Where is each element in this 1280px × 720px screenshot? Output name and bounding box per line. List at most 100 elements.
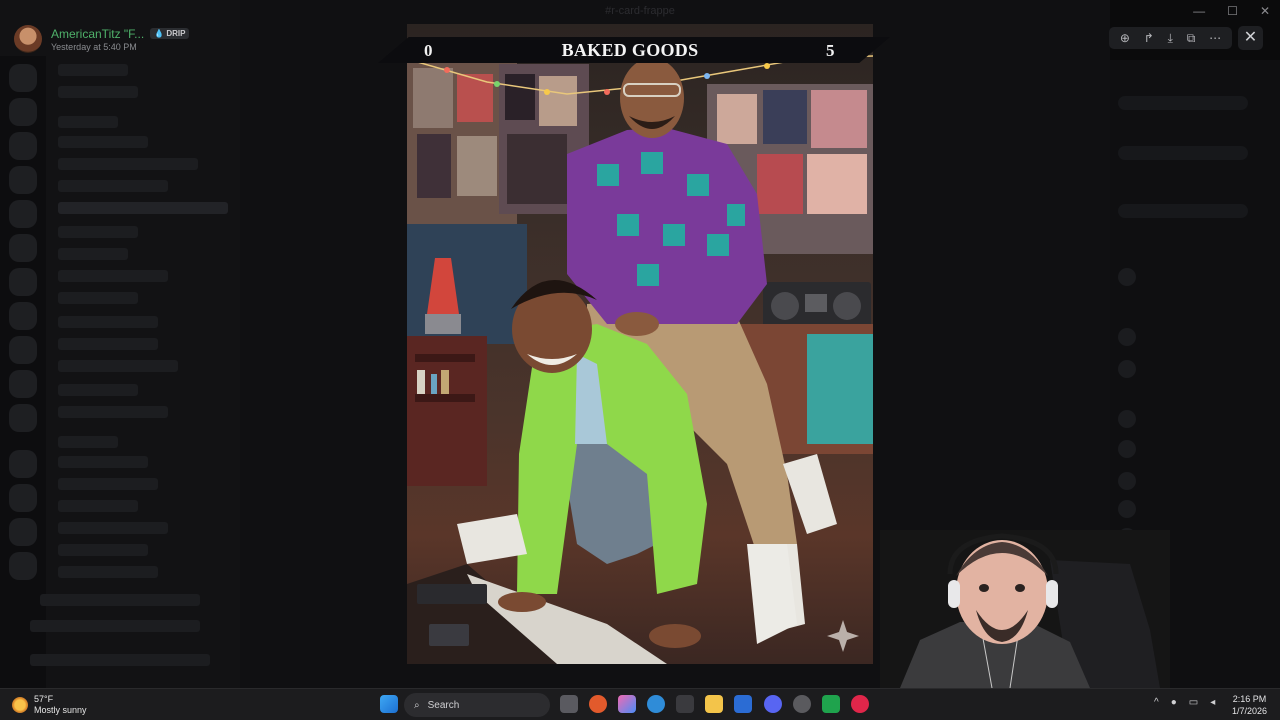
- task-view-icon[interactable]: [560, 695, 578, 713]
- server-icon[interactable]: [9, 404, 37, 432]
- member-avatar[interactable]: [1118, 360, 1136, 378]
- server-icon[interactable]: [9, 450, 37, 478]
- settings-icon[interactable]: [793, 695, 811, 713]
- network-icon[interactable]: ▭: [1189, 697, 1198, 708]
- volume-icon[interactable]: ◂: [1210, 697, 1215, 708]
- channel-item[interactable]: [58, 478, 158, 490]
- viewer-toolbar: ⊕ ↱ ⤓ ⧉ ⋯: [1109, 27, 1232, 49]
- card-illustration: [407, 52, 873, 664]
- uploader-name[interactable]: AmericanTitz "F...: [51, 27, 144, 41]
- server-icon[interactable]: [9, 234, 37, 262]
- server-icon[interactable]: [9, 518, 37, 546]
- channel-item[interactable]: [58, 226, 138, 238]
- server-icon[interactable]: [9, 552, 37, 580]
- channel-item[interactable]: [58, 248, 128, 260]
- channel-item[interactable]: [58, 64, 128, 76]
- sun-icon: [12, 697, 28, 713]
- server-icon[interactable]: [9, 370, 37, 398]
- maximize-button[interactable]: ☐: [1227, 4, 1238, 18]
- webcam-feed: [880, 530, 1170, 688]
- member-row[interactable]: [1118, 96, 1248, 110]
- mail-icon[interactable]: [734, 695, 752, 713]
- member-row[interactable]: [1118, 204, 1248, 218]
- server-icon[interactable]: [9, 336, 37, 364]
- server-icon[interactable]: [9, 484, 37, 512]
- channel-item[interactable]: [58, 566, 158, 578]
- open-external-icon[interactable]: ⧉: [1187, 32, 1196, 44]
- channel-item[interactable]: [58, 456, 148, 468]
- voice-status: [40, 594, 200, 606]
- download-icon[interactable]: ⤓: [1168, 32, 1173, 44]
- channel-item[interactable]: [58, 338, 158, 350]
- channel-item[interactable]: [58, 136, 148, 148]
- minimize-button[interactable]: —: [1193, 4, 1205, 18]
- server-icon[interactable]: [9, 302, 37, 330]
- screen: #r-card-frappe — ☐ ✕ AmericanTitz "F... …: [0, 0, 1280, 720]
- server-icon[interactable]: [9, 132, 37, 160]
- edge-icon[interactable]: [647, 695, 665, 713]
- channel-item[interactable]: [58, 544, 148, 556]
- window-close-button[interactable]: ✕: [1260, 4, 1270, 18]
- guild-tag-label: DRIP: [166, 29, 186, 38]
- copilot-icon[interactable]: [618, 695, 636, 713]
- server-icon[interactable]: [9, 166, 37, 194]
- channel-item[interactable]: [58, 384, 138, 396]
- uploader-info: AmericanTitz "F... 💧 DRIP Yesterday at 5…: [14, 25, 190, 53]
- card-title: BAKED GOODS: [561, 40, 699, 60]
- channel-item[interactable]: [58, 158, 198, 170]
- clock[interactable]: 2:16 PM 1/7/2026: [1232, 693, 1267, 717]
- channel-item-selected[interactable]: [58, 202, 228, 214]
- channel-item[interactable]: [58, 270, 168, 282]
- discord-icon[interactable]: [764, 695, 782, 713]
- firefox-icon[interactable]: [589, 695, 607, 713]
- card-image[interactable]: [407, 24, 873, 664]
- card-right-score: 5: [826, 41, 835, 60]
- voice-controls[interactable]: [30, 620, 200, 632]
- channel-category[interactable]: [58, 116, 118, 128]
- channel-category[interactable]: [58, 436, 118, 448]
- member-avatar[interactable]: [1118, 472, 1136, 490]
- server-icon[interactable]: [9, 98, 37, 126]
- member-avatar[interactable]: [1118, 410, 1136, 428]
- channel-item[interactable]: [58, 316, 158, 328]
- chevron-up-icon[interactable]: ^: [1154, 697, 1159, 708]
- channel-item[interactable]: [58, 360, 178, 372]
- weather-temp: 57°F: [34, 694, 54, 704]
- start-icon[interactable]: [380, 695, 398, 713]
- member-row[interactable]: [1118, 146, 1248, 160]
- server-icon[interactable]: [9, 64, 37, 92]
- timestamp: Yesterday at 5:40 PM: [51, 41, 137, 52]
- card-left-score: 0: [424, 41, 433, 60]
- zoom-icon[interactable]: ⊕: [1120, 32, 1130, 44]
- member-avatar[interactable]: [1118, 440, 1136, 458]
- server-icon[interactable]: [9, 268, 37, 296]
- microphone-icon[interactable]: ●: [1171, 697, 1177, 708]
- clock-time: 2:16 PM: [1232, 694, 1267, 704]
- weather-widget[interactable]: 57°F Mostly sunny: [12, 694, 87, 716]
- channel-item[interactable]: [58, 500, 138, 512]
- file-explorer-icon[interactable]: [705, 695, 723, 713]
- avatar[interactable]: [14, 25, 42, 53]
- media-icon[interactable]: [851, 695, 869, 713]
- app-icon[interactable]: [822, 695, 840, 713]
- guild-tag-badge: 💧 DRIP: [150, 28, 190, 39]
- window-title: #r-card-frappe: [605, 5, 675, 17]
- channel-item[interactable]: [58, 406, 168, 418]
- channel-item[interactable]: [58, 292, 138, 304]
- member-avatar[interactable]: [1118, 500, 1136, 518]
- user-panel[interactable]: [30, 654, 210, 666]
- member-avatar[interactable]: [1118, 328, 1136, 346]
- store-icon[interactable]: [676, 695, 694, 713]
- more-icon[interactable]: ⋯: [1209, 32, 1221, 44]
- close-viewer-button[interactable]: ✕: [1238, 26, 1263, 50]
- channel-item[interactable]: [58, 86, 138, 98]
- member-avatar[interactable]: [1118, 268, 1136, 286]
- system-tray: ^ ● ▭ ◂: [1154, 697, 1215, 708]
- forward-icon[interactable]: ↱: [1144, 32, 1154, 44]
- taskbar-search[interactable]: ⌕ Search: [404, 693, 550, 717]
- taskbar: 57°F Mostly sunny ⌕ Search ^ ● ▭ ◂ 2:16 …: [0, 688, 1280, 720]
- clock-date: 1/7/2026: [1232, 706, 1268, 716]
- channel-item[interactable]: [58, 180, 168, 192]
- server-icon[interactable]: [9, 200, 37, 228]
- channel-item[interactable]: [58, 522, 168, 534]
